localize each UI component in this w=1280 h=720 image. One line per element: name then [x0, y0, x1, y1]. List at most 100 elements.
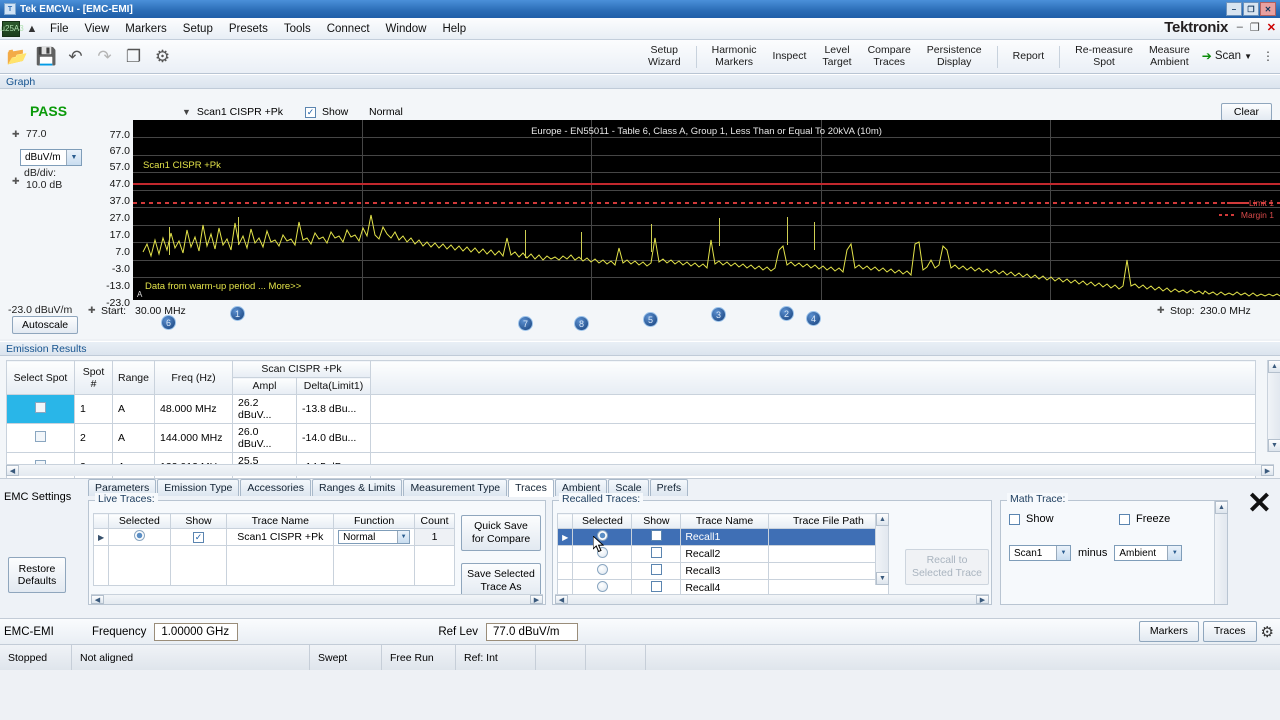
- scroll-up-icon[interactable]: ▲: [1215, 501, 1228, 514]
- emission-results-vscrollbar[interactable]: ▲ ▼: [1267, 360, 1280, 452]
- settings-gear-icon[interactable]: ⚙: [149, 43, 176, 70]
- spectrum-plot[interactable]: Europe - EN55011 - Table 6, Class A, Gro…: [133, 120, 1280, 300]
- scroll-left-icon[interactable]: ◀: [6, 465, 19, 476]
- tab-prefs[interactable]: Prefs: [650, 479, 689, 496]
- quick-save-for-compare-button[interactable]: Quick Save for Compare: [461, 515, 541, 551]
- inspect-button[interactable]: Inspect: [765, 49, 815, 65]
- marker-8[interactable]: 8: [574, 316, 589, 331]
- windows-icon[interactable]: ❐: [120, 43, 147, 70]
- math-operand-a-select[interactable]: Scan1 ▼: [1009, 545, 1071, 561]
- math-freeze-checkbox[interactable]: Freeze: [1119, 513, 1170, 525]
- scroll-left-icon[interactable]: ◀: [555, 595, 568, 604]
- close-settings-button[interactable]: ✕: [1247, 493, 1272, 515]
- row-2-select-cell[interactable]: [7, 424, 75, 453]
- restore-defaults-button[interactable]: Restore Defaults: [8, 557, 66, 593]
- menu-markers[interactable]: Markers: [117, 20, 175, 38]
- mdi-minimize-button[interactable]: –: [1237, 21, 1243, 34]
- checkbox-icon[interactable]: [1009, 514, 1020, 525]
- rt-col-show[interactable]: Show: [632, 514, 681, 529]
- traces-button[interactable]: Traces: [1203, 621, 1257, 642]
- menu-window[interactable]: Window: [378, 20, 435, 38]
- live-traces-table[interactable]: Selected Show Trace Name Function Count …: [93, 513, 455, 586]
- eject-icon[interactable]: ▲: [22, 23, 42, 35]
- mdi-close-button[interactable]: ✕: [1267, 21, 1276, 34]
- settings-gear-icon[interactable]: ⚙: [1261, 623, 1274, 641]
- lt-col-function[interactable]: Function: [334, 514, 415, 529]
- recalled-traces-hscrollbar[interactable]: ◀ ▶: [555, 594, 989, 604]
- tab-accessories[interactable]: Accessories: [240, 479, 311, 496]
- math-operand-b-select[interactable]: Ambient ▼: [1114, 545, 1182, 561]
- tab-measurement-type[interactable]: Measurement Type: [403, 479, 507, 496]
- rt-show-cell-1[interactable]: [632, 529, 681, 546]
- marker-4[interactable]: 4: [806, 311, 821, 326]
- radio-icon[interactable]: [597, 581, 608, 592]
- marker-3[interactable]: 3: [711, 307, 726, 322]
- scroll-right-icon[interactable]: ▶: [1261, 465, 1274, 476]
- undo-icon[interactable]: ↶: [62, 43, 89, 70]
- menu-setup[interactable]: Setup: [175, 20, 221, 38]
- persistence-display-button[interactable]: Persistence Display: [919, 43, 990, 70]
- emission-results-hscrollbar[interactable]: ◀ ▶: [6, 464, 1274, 476]
- scroll-left-icon[interactable]: ◀: [91, 595, 104, 604]
- recall-to-selected-trace-button[interactable]: Recall to Selected Trace: [905, 549, 989, 585]
- checkbox-icon[interactable]: [1119, 514, 1130, 525]
- chevron-down-icon[interactable]: ▼: [182, 107, 191, 117]
- recalled-traces-vscrollbar[interactable]: ▲ ▼: [875, 513, 888, 585]
- redo-icon[interactable]: ↷: [91, 43, 118, 70]
- menu-connect[interactable]: Connect: [319, 20, 378, 38]
- mdi-restore-button[interactable]: ❐: [1250, 21, 1260, 34]
- lt-show-cell[interactable]: [170, 529, 227, 546]
- lt-function-cell[interactable]: Normal ▼: [334, 529, 415, 546]
- checkbox-icon[interactable]: [305, 107, 316, 118]
- scan-button[interactable]: ➔ Scan ▼: [1198, 49, 1256, 65]
- recalled-traces-table[interactable]: Selected Show Trace Name Trace File Path…: [557, 513, 889, 597]
- trace-selector[interactable]: ▼ Scan1 CISPR +Pk: [182, 106, 283, 118]
- document-icon[interactable]: \u25A3: [2, 21, 20, 37]
- table-row[interactable]: 1 A 48.000 MHz 26.2 dBuV... -13.8 dBu...: [7, 395, 1256, 424]
- rt-col-selected[interactable]: Selected: [573, 514, 632, 529]
- recalled-trace-row[interactable]: ▶ Recall1: [558, 529, 889, 546]
- recalled-trace-row[interactable]: Recall3: [558, 563, 889, 580]
- col-spot-num[interactable]: Spot #: [75, 361, 113, 395]
- lt-col-count[interactable]: Count: [415, 514, 455, 529]
- marker-5[interactable]: 5: [643, 312, 658, 327]
- window-restore-button[interactable]: ❐: [1243, 2, 1259, 16]
- scroll-down-icon[interactable]: ▼: [1268, 439, 1280, 452]
- checkbox-icon[interactable]: [651, 564, 662, 575]
- lt-col-selected[interactable]: Selected: [109, 514, 170, 529]
- warmup-note[interactable]: Data from warm-up period ... More>>: [145, 281, 301, 292]
- chevron-down-icon[interactable]: ▼: [1167, 546, 1181, 560]
- lt-selected-cell[interactable]: [109, 529, 170, 546]
- menu-tools[interactable]: Tools: [276, 20, 319, 38]
- harmonic-markers-button[interactable]: Harmonic Markers: [704, 43, 765, 70]
- radio-icon[interactable]: [597, 564, 608, 575]
- live-traces-hscrollbar[interactable]: ◀ ▶: [91, 594, 543, 604]
- lt-col-trace-name[interactable]: Trace Name: [227, 514, 334, 529]
- col-delta[interactable]: Delta(Limit1): [297, 378, 371, 395]
- menu-help[interactable]: Help: [434, 20, 474, 38]
- rt-col-trace-name[interactable]: Trace Name: [681, 514, 769, 529]
- rt-show-cell-3[interactable]: [632, 563, 681, 580]
- scroll-up-icon[interactable]: ▲: [876, 513, 889, 526]
- tab-ranges-limits[interactable]: Ranges & Limits: [312, 479, 402, 496]
- checkbox-icon[interactable]: [35, 431, 46, 442]
- chevron-down-icon[interactable]: ▼: [1056, 546, 1070, 560]
- unit-select[interactable]: dBuV/m ▼: [20, 149, 82, 166]
- lt-col-show[interactable]: Show: [170, 514, 227, 529]
- rt-selected-cell-3[interactable]: [573, 563, 632, 580]
- col-range[interactable]: Range: [113, 361, 155, 395]
- overflow-kebab-icon[interactable]: ⋮: [1256, 52, 1280, 61]
- stop-value[interactable]: 230.0 MHz: [1200, 305, 1251, 317]
- autoscale-button[interactable]: Autoscale: [12, 316, 78, 334]
- checkbox-icon[interactable]: [651, 547, 662, 558]
- col-ampl[interactable]: Ampl: [233, 378, 297, 395]
- scroll-up-icon[interactable]: ▲: [1268, 360, 1280, 373]
- menu-file[interactable]: File: [42, 20, 77, 38]
- menu-presets[interactable]: Presets: [221, 20, 276, 38]
- recalled-trace-row[interactable]: Recall2: [558, 546, 889, 563]
- show-trace-checkbox[interactable]: Show: [305, 106, 348, 118]
- marker-6[interactable]: 6: [161, 315, 176, 330]
- math-trace-vscrollbar[interactable]: ▲: [1214, 501, 1227, 604]
- chevron-down-icon[interactable]: ▼: [397, 531, 409, 543]
- row-1-select-cell[interactable]: [7, 395, 75, 424]
